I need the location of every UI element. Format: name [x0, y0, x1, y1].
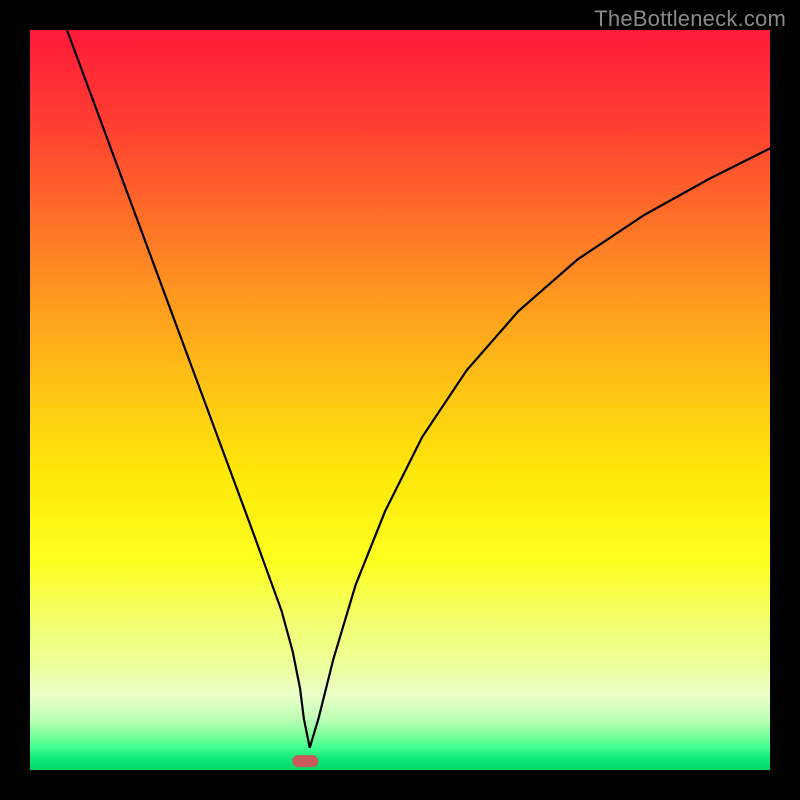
chart-svg: [30, 30, 770, 770]
watermark-text: TheBottleneck.com: [594, 6, 786, 32]
optimal-point-marker: [292, 755, 318, 767]
bottleneck-curve: [67, 30, 770, 748]
chart-frame: TheBottleneck.com: [0, 0, 800, 800]
plot-area: [30, 30, 770, 770]
